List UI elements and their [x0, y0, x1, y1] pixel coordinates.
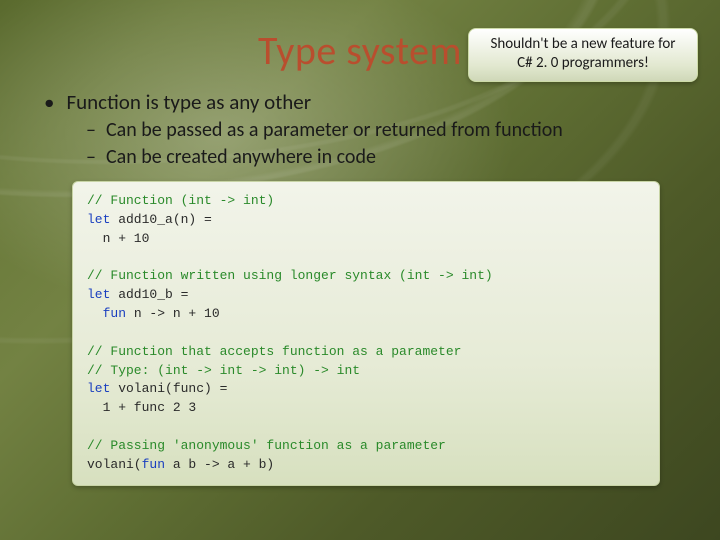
code-comment: // Function written using longer syntax …	[87, 268, 493, 283]
sub-bullet-1: – Can be passed as a parameter or return…	[86, 117, 680, 144]
code-comment: // Function (int -> int)	[87, 193, 274, 208]
code-text: add10_a(n) =	[110, 212, 211, 227]
code-keyword: let	[87, 381, 110, 396]
slide: Type system Shouldn't be a new feature f…	[0, 0, 720, 540]
code-keyword: let	[87, 212, 110, 227]
code-comment: // Type: (int -> int -> int) -> int	[87, 363, 360, 378]
sub-bullet-2-text: Can be created anywhere in code	[106, 144, 376, 171]
bullet-main-text: Function is type as any other	[66, 89, 311, 115]
code-block: // Function (int -> int) let add10_a(n) …	[72, 181, 660, 486]
code-keyword: fun	[142, 457, 165, 472]
code-text: 1 + func 2 3	[87, 400, 196, 415]
bullet-icon: •	[44, 89, 54, 115]
code-text: n -> n + 10	[126, 306, 220, 321]
code-keyword: fun	[103, 306, 126, 321]
bullet-main: • Function is type as any other	[44, 89, 680, 115]
callout-line-1: Shouldn't be a new feature for	[479, 35, 687, 54]
code-comment: // Passing 'anonymous' function as a par…	[87, 438, 446, 453]
callout-line-2: C# 2. 0 programmers!	[479, 54, 687, 73]
sub-bullets: – Can be passed as a parameter or return…	[86, 117, 680, 171]
sub-bullet-1-text: Can be passed as a parameter or returned…	[106, 117, 563, 144]
dash-icon: –	[86, 117, 96, 144]
sub-bullet-2: – Can be created anywhere in code	[86, 144, 680, 171]
code-text: add10_b =	[110, 287, 188, 302]
code-text: n + 10	[87, 231, 149, 246]
code-text: volani(	[87, 457, 142, 472]
dash-icon: –	[86, 144, 96, 171]
code-comment: // Function that accepts function as a p…	[87, 344, 461, 359]
code-keyword: let	[87, 287, 110, 302]
callout-box: Shouldn't be a new feature for C# 2. 0 p…	[468, 28, 698, 82]
body-content: • Function is type as any other – Can be…	[40, 89, 680, 486]
code-text	[87, 306, 103, 321]
code-text: a b -> a + b)	[165, 457, 274, 472]
code-text: volani(func) =	[110, 381, 227, 396]
